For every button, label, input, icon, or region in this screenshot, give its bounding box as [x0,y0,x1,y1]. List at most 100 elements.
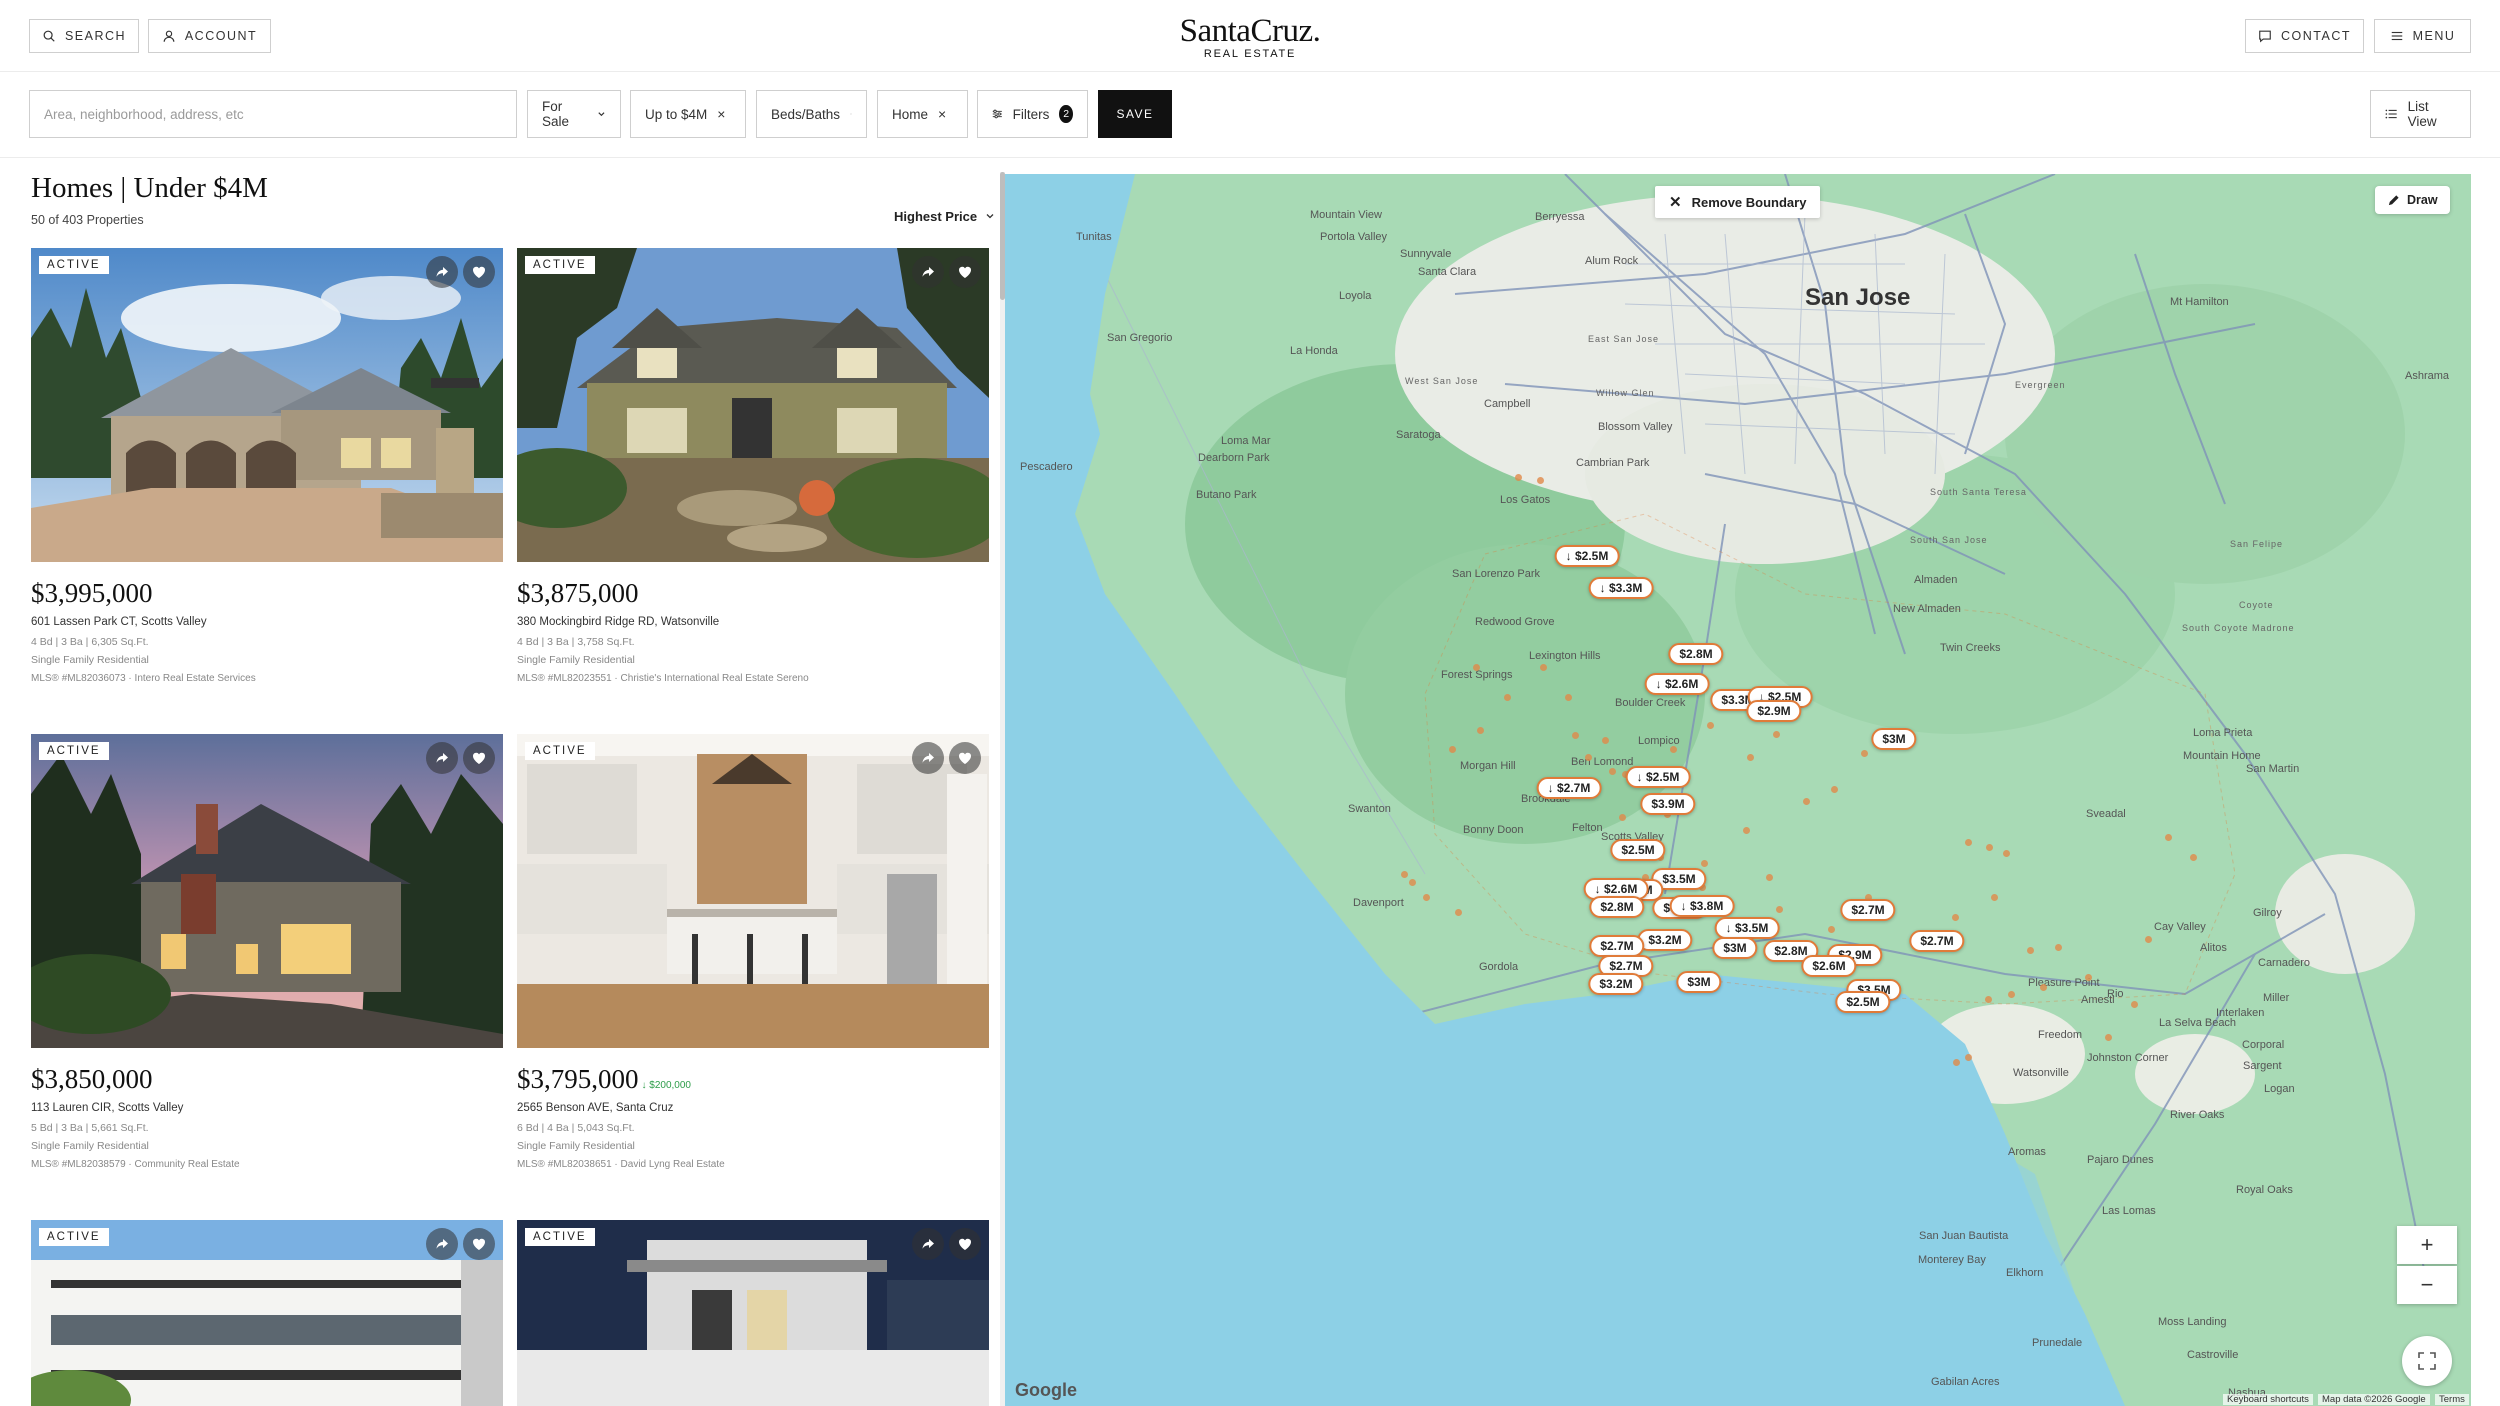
listing-dot-marker[interactable] [1537,477,1544,484]
clear-home-type-icon[interactable]: × [938,106,946,122]
listing-photo[interactable]: ACTIVE [31,1220,503,1406]
listing-dot-marker[interactable] [1965,839,1972,846]
map-panel[interactable]: San Jose Tunitas Portola Valley Mountain Vi… [1005,174,2471,1406]
share-icon[interactable] [912,256,944,288]
listing-dot-marker[interactable] [1766,874,1773,881]
price-marker[interactable]: $2.7M [1840,899,1896,921]
favorite-heart-icon[interactable] [463,256,495,288]
listing-address[interactable]: 380 Mockingbird Ridge RD, Watsonville [517,616,719,628]
status-dropdown[interactable]: For Sale [527,90,621,138]
listing-photo[interactable]: ACTIVE [517,734,989,1048]
listing-dot-marker[interactable] [2145,936,2152,943]
site-logo[interactable]: SantaCruz. REAL ESTATE [1150,15,1350,61]
listing-dot-marker[interactable] [1701,860,1708,867]
favorite-heart-icon[interactable] [463,742,495,774]
price-marker[interactable]: $2.5M [1835,991,1891,1013]
favorite-heart-icon[interactable] [949,256,981,288]
listing-dot-marker[interactable] [2003,850,2010,857]
price-marker[interactable]: $3M [1712,937,1758,959]
listing-dot-marker[interactable] [1504,694,1511,701]
list-view-button[interactable]: List View [2370,90,2471,138]
sort-dropdown[interactable]: Highest Price [894,209,995,224]
listing-dot-marker[interactable] [1985,996,1992,1003]
listing-dot-marker[interactable] [1828,926,1835,933]
save-search-button[interactable]: SAVE [1098,90,1172,138]
share-icon[interactable] [912,1228,944,1260]
listing-dot-marker[interactable] [2105,1034,2112,1041]
price-marker[interactable]: $3M [1871,728,1917,750]
filters-button[interactable]: Filters 2 [977,90,1088,138]
price-marker[interactable]: ↓ $3.8M [1669,895,1735,917]
listing-dot-marker[interactable] [1861,750,1868,757]
terms-link[interactable]: Terms [2435,1394,2469,1405]
listing-card[interactable]: ACTIVE [517,1220,989,1406]
listing-dot-marker[interactable] [1572,732,1579,739]
listing-dot-marker[interactable] [2085,974,2092,981]
zoom-in-button[interactable]: + [2397,1226,2457,1264]
listing-address[interactable]: 113 Lauren CIR, Scotts Valley [31,1102,183,1114]
price-marker[interactable]: $2.6M [1801,955,1857,977]
listing-dot-marker[interactable] [1565,694,1572,701]
listing-dot-marker[interactable] [1952,914,1959,921]
listing-dot-marker[interactable] [1619,814,1626,821]
share-icon[interactable] [426,742,458,774]
beds-baths-dropdown[interactable]: Beds/Baths [756,90,867,138]
account-button[interactable]: ACCOUNT [148,19,271,53]
price-marker[interactable]: ↓ $2.5M [1554,545,1620,567]
listing-dot-marker[interactable] [1965,1054,1972,1061]
listing-dot-marker[interactable] [1540,664,1547,671]
listing-photo[interactable]: ACTIVE [31,248,503,562]
listing-dot-marker[interactable] [1670,746,1677,753]
listing-dot-marker[interactable] [1423,894,1430,901]
price-marker[interactable]: $2.8M [1668,643,1724,665]
price-marker[interactable]: ↓ $2.7M [1536,777,1602,799]
draw-button[interactable]: Draw [2375,186,2450,214]
listing-dot-marker[interactable] [1473,664,1480,671]
price-marker[interactable]: ↓ $3.3M [1588,577,1654,599]
clear-price-icon[interactable]: × [717,106,725,122]
listing-dot-marker[interactable] [1609,768,1616,775]
listing-dot-marker[interactable] [1455,909,1462,916]
favorite-heart-icon[interactable] [949,1228,981,1260]
price-marker[interactable]: ↓ $2.5M [1625,766,1691,788]
listing-dot-marker[interactable] [1776,906,1783,913]
listing-photo[interactable]: ACTIVE [31,734,503,1048]
share-icon[interactable] [912,742,944,774]
listing-dot-marker[interactable] [1707,722,1714,729]
price-marker[interactable]: $3M [1676,971,1722,993]
listing-dot-marker[interactable] [1743,827,1750,834]
search-button[interactable]: SEARCH [29,19,139,53]
listing-dot-marker[interactable] [1986,844,1993,851]
listing-dot-marker[interactable] [1803,798,1810,805]
listing-dot-marker[interactable] [2027,947,2034,954]
listing-dot-marker[interactable] [2165,834,2172,841]
price-marker[interactable]: $2.7M [1589,935,1645,957]
price-filter[interactable]: Up to $4M × [630,90,746,138]
price-marker[interactable]: ↓ $3.5M [1714,917,1780,939]
listing-dot-marker[interactable] [1409,879,1416,886]
zoom-out-button[interactable]: − [2397,1266,2457,1304]
share-icon[interactable] [426,256,458,288]
listing-dot-marker[interactable] [2055,944,2062,951]
share-icon[interactable] [426,1228,458,1260]
price-marker[interactable]: $2.5M [1610,839,1666,861]
listing-dot-marker[interactable] [1515,474,1522,481]
price-marker[interactable]: $2.8M [1589,896,1645,918]
favorite-heart-icon[interactable] [463,1228,495,1260]
listing-dot-marker[interactable] [2008,991,2015,998]
listing-dot-marker[interactable] [1831,786,1838,793]
map-canvas[interactable] [1005,174,2471,1406]
listing-card[interactable]: ACTIVE $3,995,000 601 Lassen Park CT, Sc… [31,248,503,688]
listing-dot-marker[interactable] [1449,746,1456,753]
listing-card[interactable]: ACTIVE $3,850,000 113 Lauren CIR, Scotts… [31,734,503,1174]
contact-button[interactable]: CONTACT [2245,19,2364,53]
listing-card[interactable]: ACTIVE $3,875,000 380 Mockingbird Ridge … [517,248,989,688]
listing-card[interactable]: ACTIVE [31,1220,503,1406]
listing-dot-marker[interactable] [1991,894,1998,901]
price-marker[interactable]: $3.9M [1640,793,1696,815]
listing-card[interactable]: ACTIVE $3,795,000 ↓ $200,000 2565 Benson … [517,734,989,1174]
listing-dot-marker[interactable] [2190,854,2197,861]
listing-dot-marker[interactable] [1953,1059,1960,1066]
location-search-input[interactable]: Area, neighborhood, address, etc [29,90,517,138]
price-marker[interactable]: $3.2M [1588,973,1644,995]
